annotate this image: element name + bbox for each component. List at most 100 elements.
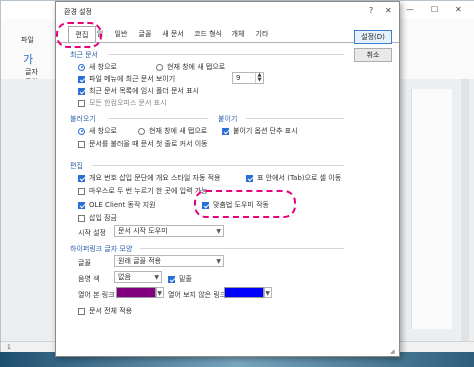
tab-code-format[interactable]: 코드 형식 bbox=[191, 26, 225, 42]
divider bbox=[92, 165, 344, 166]
outline-style-checkbox[interactable]: 개요 번호 삽입 문단에 개요 스타일 자동 적용 bbox=[78, 173, 221, 183]
apply-all-checkbox[interactable]: 문서 전체 적용 bbox=[78, 306, 132, 316]
checkbox-icon[interactable] bbox=[78, 87, 85, 95]
hyperlink-font-combo[interactable]: 원래 글꼴 적용 ▼ bbox=[114, 255, 224, 267]
chevron-down-icon[interactable]: ▼ bbox=[216, 256, 221, 267]
radio-icon[interactable] bbox=[78, 127, 85, 135]
recent-count-spinner[interactable]: 9 ▲ ▼ bbox=[232, 72, 264, 84]
checkbox-label: 표 안에서 (Tab)으로 셀 이동 bbox=[257, 174, 342, 182]
shade-color-label: 음영 색 bbox=[78, 275, 100, 283]
editing-heading: 편집 bbox=[70, 162, 83, 170]
insert-lock-checkbox[interactable]: 삽입 잠금 bbox=[78, 213, 117, 223]
paste-options-checkbox[interactable]: 붙이기 옵션 단추 표시 bbox=[222, 126, 298, 136]
shade-color-combo[interactable]: 없음 ▼ bbox=[114, 271, 162, 283]
page-number: 1 bbox=[7, 344, 11, 351]
checkbox-label: 밑줄 bbox=[179, 275, 192, 283]
checkbox-icon[interactable] bbox=[78, 214, 85, 222]
show-all-hancom-checkbox[interactable]: 모든 한컴오피스 문서 표시 bbox=[78, 98, 167, 108]
hyperlink-font-value: 원래 글꼴 적용 bbox=[118, 257, 162, 265]
tab-divider bbox=[56, 42, 399, 43]
spin-arrows-icon[interactable]: ▲ ▼ bbox=[255, 73, 263, 83]
resize-grip-icon[interactable]: ◢ bbox=[390, 348, 395, 355]
visited-link-label: 열어 본 링크 bbox=[78, 291, 115, 299]
checkbox-label: 마우스로 두 번 누르기 한 곳에 입력 가능 bbox=[89, 187, 208, 195]
help-icon[interactable]: ? bbox=[369, 6, 373, 15]
checkbox-icon[interactable] bbox=[168, 275, 175, 283]
underline-checkbox[interactable]: 밑줄 bbox=[168, 274, 192, 284]
checkbox-icon[interactable] bbox=[78, 307, 85, 315]
checkbox-icon[interactable] bbox=[222, 127, 229, 135]
ribbon-tab-file[interactable]: 파일 bbox=[21, 35, 34, 45]
radio-icon[interactable] bbox=[138, 127, 145, 135]
recent-current-window-radio[interactable]: 현재 창에 새 탭으로 bbox=[156, 62, 225, 72]
checkbox-icon[interactable] bbox=[78, 75, 85, 83]
open-new-window-radio[interactable]: 새 창으로 bbox=[78, 126, 117, 136]
visited-color-dropdown[interactable]: ▼ bbox=[156, 287, 164, 298]
start-setting-combo[interactable]: 문서 시작 도우미 ▼ bbox=[114, 225, 224, 237]
document-page-edge bbox=[411, 89, 452, 329]
divider bbox=[246, 118, 344, 119]
tab-font[interactable]: 글꼴 bbox=[134, 26, 156, 42]
font-style-icon[interactable]: 가 bbox=[23, 51, 33, 67]
divider bbox=[108, 54, 344, 55]
ole-client-checkbox[interactable]: OLE Client 동작 지원 bbox=[78, 200, 156, 210]
char-shape-label: 글자 bbox=[25, 68, 38, 76]
visited-link-color[interactable] bbox=[116, 287, 156, 298]
tab-cell-move-checkbox[interactable]: 표 안에서 (Tab)으로 셀 이동 bbox=[246, 173, 341, 183]
start-setting-label: 시작 설정 bbox=[78, 229, 106, 237]
open-current-window-radio[interactable]: 현재 창에 새 탭으로 bbox=[138, 126, 207, 136]
radio-icon[interactable] bbox=[156, 63, 163, 71]
radio-icon[interactable] bbox=[78, 63, 85, 71]
checkbox-label: 파일 메뉴에 최근 문서 보이기 bbox=[89, 75, 176, 83]
checkbox-label: 문서 전체 적용 bbox=[89, 307, 133, 315]
radio-label: 새 창으로 bbox=[89, 127, 117, 135]
tab-general[interactable]: 일반 bbox=[110, 26, 132, 42]
ok-button[interactable]: 설정(D) bbox=[354, 30, 392, 44]
hyperlink-heading: 하이퍼링크 글자 모양 bbox=[70, 245, 133, 253]
close-icon[interactable]: ✕ bbox=[385, 6, 392, 15]
checkbox-label: 개요 번호 삽입 문단에 개요 스타일 자동 적용 bbox=[89, 174, 221, 182]
recent-new-window-radio[interactable]: 새 창으로 bbox=[78, 62, 117, 72]
checkbox-icon[interactable] bbox=[246, 174, 253, 182]
checkbox-icon[interactable] bbox=[78, 174, 85, 182]
chevron-down-icon[interactable]: ▼ bbox=[157, 288, 162, 299]
open-docs-heading: 불러오기 bbox=[70, 115, 96, 123]
unvisited-link-color[interactable] bbox=[224, 287, 264, 298]
checkbox-icon[interactable] bbox=[78, 99, 85, 107]
highlight-spellcheck bbox=[194, 190, 296, 218]
checkbox-label: 붙이기 옵션 단추 표시 bbox=[233, 127, 298, 135]
highlight-tab-edit bbox=[56, 22, 102, 48]
show-temp-folder-checkbox[interactable]: 최근 문서 목록에 임시 폴더 문서 표시 bbox=[78, 86, 199, 96]
cursor-first-line-checkbox[interactable]: 문서를 불러올 때 문서 첫 줄로 커서 이동 bbox=[78, 139, 208, 149]
checkbox-label: 문서를 불러올 때 문서 첫 줄로 커서 이동 bbox=[89, 140, 208, 148]
cancel-button[interactable]: 취소 bbox=[354, 48, 392, 62]
divider bbox=[108, 118, 208, 119]
shade-color-value: 없음 bbox=[118, 273, 131, 281]
dialog-titlebar: 환경 설정 ? ✕ bbox=[56, 2, 399, 20]
checkbox-icon[interactable] bbox=[78, 187, 85, 195]
maximize-icon[interactable]: ☐ bbox=[431, 5, 438, 14]
double-click-input-checkbox[interactable]: 마우스로 두 번 누르기 한 곳에 입력 가능 bbox=[78, 186, 208, 196]
close-icon[interactable]: ✕ bbox=[455, 5, 462, 14]
show-recent-file-menu-checkbox[interactable]: 파일 메뉴에 최근 문서 보이기 bbox=[78, 74, 175, 84]
checkbox-label: 삽입 잠금 bbox=[89, 214, 117, 222]
checkbox-label: 최근 문서 목록에 임시 폴더 문서 표시 bbox=[89, 87, 199, 95]
hyperlink-font-label: 글꼴 bbox=[78, 259, 91, 267]
preferences-dialog: 환경 설정 ? ✕ 편집 일 일반 글꼴 새 문서 코드 형식 개체 기타 설정… bbox=[55, 1, 400, 357]
start-setting-value: 문서 시작 도우미 bbox=[118, 227, 168, 235]
minimize-icon[interactable]: — bbox=[406, 5, 414, 14]
radio-label: 현재 창에 새 탭으로 bbox=[167, 63, 226, 71]
radio-label: 새 창으로 bbox=[89, 63, 117, 71]
unvisited-color-dropdown[interactable]: ▼ bbox=[264, 287, 272, 298]
chevron-down-icon[interactable]: ▼ bbox=[216, 226, 221, 237]
chevron-down-icon[interactable]: ▼ bbox=[265, 288, 270, 299]
checkbox-icon[interactable] bbox=[78, 201, 85, 209]
vertical-scrollbar[interactable] bbox=[461, 79, 469, 341]
tab-object[interactable]: 개체 bbox=[228, 26, 248, 42]
tab-new-document[interactable]: 새 문서 bbox=[159, 26, 187, 42]
checkbox-icon[interactable] bbox=[78, 140, 85, 148]
checkbox-label: 모든 한컴오피스 문서 표시 bbox=[89, 99, 167, 107]
chevron-down-icon[interactable]: ▼ bbox=[154, 272, 159, 283]
tab-etc[interactable]: 기타 bbox=[252, 26, 272, 42]
divider bbox=[140, 248, 344, 249]
